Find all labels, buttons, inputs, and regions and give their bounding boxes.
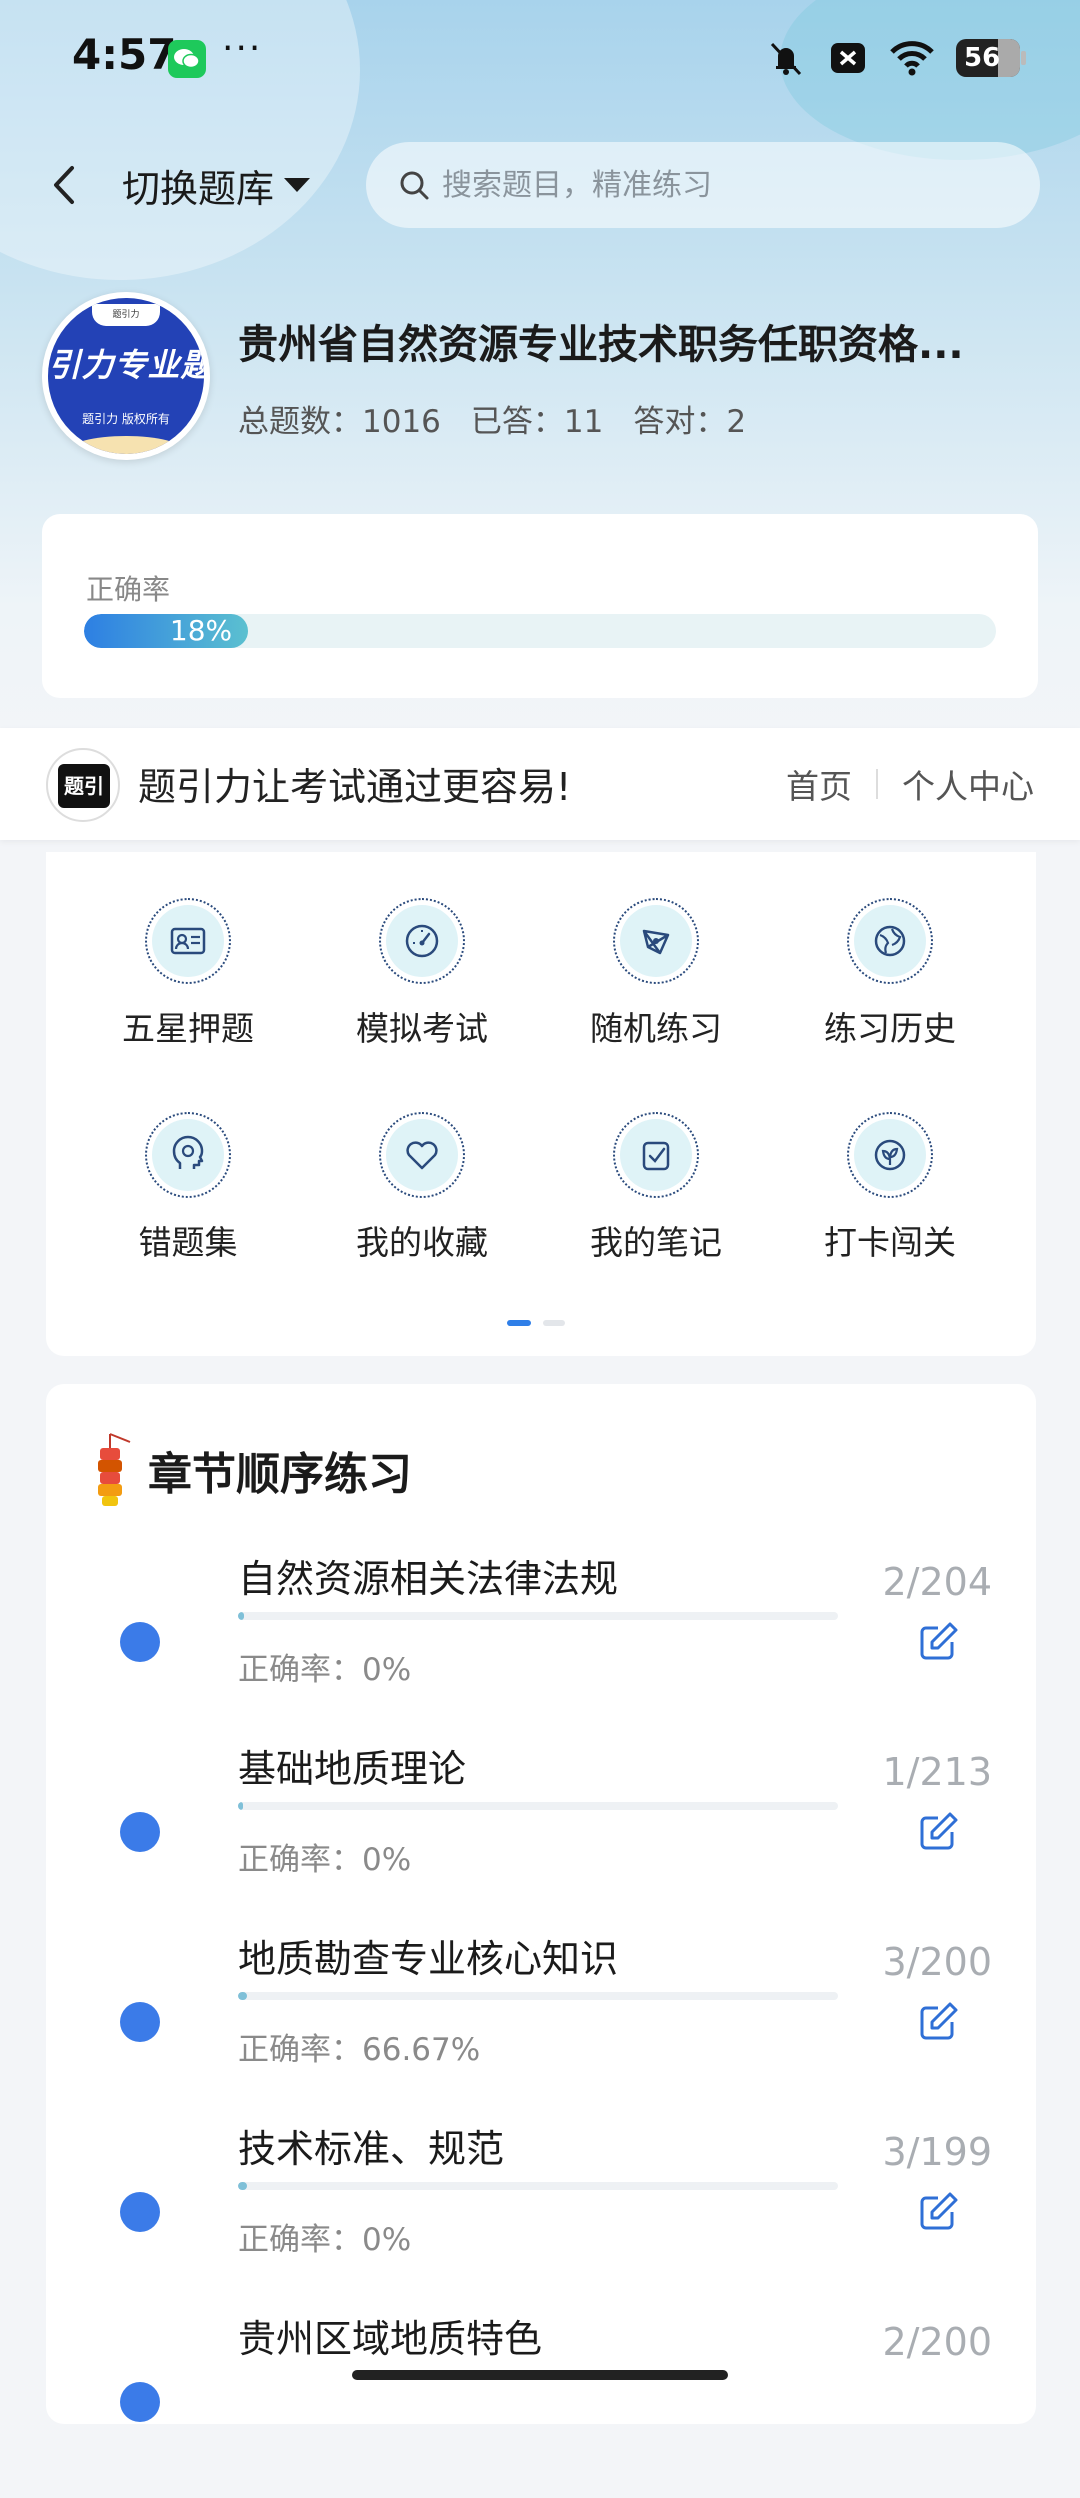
func-mock-exam[interactable]: 模拟考试 xyxy=(322,898,522,1050)
func-history[interactable]: 练习历史 xyxy=(790,898,990,1050)
wifi-icon xyxy=(890,41,934,76)
brand-logo: 题引力 xyxy=(46,748,120,822)
status-bar: 4:57 ··· 56 xyxy=(0,0,1080,118)
accuracy-card: 正确率 18% xyxy=(42,514,1038,698)
chapter-accuracy: 正确率：66.67% xyxy=(238,2032,481,2068)
stat-total: 总题数：1016 xyxy=(238,404,441,440)
func-random-practice[interactable]: 随机练习 xyxy=(556,898,756,1050)
stat-correct: 答对：2 xyxy=(633,404,747,440)
network-icon xyxy=(620,905,692,977)
chapter-bullet xyxy=(120,2192,160,2232)
chapter-name: 贵州区域地质特色 xyxy=(238,2317,543,2361)
chapter-row[interactable]: 基础地质理论 正确率：0% 1/213 xyxy=(46,1738,1036,1928)
chapter-bullet xyxy=(120,2382,160,2422)
globe-icon xyxy=(854,905,926,977)
chapter-name: 地质勘查专业核心知识 xyxy=(238,1937,619,1981)
page-indicator xyxy=(507,1320,565,1326)
firecracker-icon xyxy=(98,1433,131,1506)
more-notifications-icon: ··· xyxy=(222,28,263,69)
chapter-row[interactable]: 贵州区域地质特色 2/200 xyxy=(46,2308,1036,2498)
chapter-accuracy: 正确率：0% xyxy=(238,1842,412,1878)
chapter-section-title: 章节顺序练习 xyxy=(148,1449,412,1500)
chapter-progress-bar xyxy=(238,1802,838,1810)
search-input[interactable] xyxy=(440,166,1004,204)
home-indicator[interactable] xyxy=(352,2370,728,2380)
caret-down-icon xyxy=(284,178,311,192)
switch-bank-label: 切换题库 xyxy=(122,166,275,211)
chapter-progress-fill xyxy=(238,1612,244,1620)
nav-divider xyxy=(876,769,878,799)
search-icon xyxy=(400,171,429,200)
note-check-icon xyxy=(620,1119,692,1191)
bank-title: 贵州省自然资源专业技术职务任职资格... xyxy=(238,322,964,368)
chapter-accuracy: 正确率：0% xyxy=(238,1652,412,1688)
accuracy-progress-fill: 18% xyxy=(84,614,249,648)
nav-profile-link[interactable]: 个人中心 xyxy=(902,760,1034,808)
page-dot xyxy=(543,1320,565,1326)
edit-icon[interactable] xyxy=(916,1620,960,1664)
brand-bar: 题引力 题引力让考试通过更容易! 首页 个人中心 xyxy=(0,728,1080,840)
back-button[interactable] xyxy=(44,160,84,210)
chapter-row[interactable]: 自然资源相关法律法规 正确率：0% 2/204 xyxy=(46,1548,1036,1738)
chapter-practice-card: 章节顺序练习 自然资源相关法律法规 正确率：0% 2/204 基础地质理论 正确… xyxy=(46,1384,1036,2424)
stat-answered: 已答：11 xyxy=(470,404,604,440)
chapter-progress-fill xyxy=(238,1802,243,1810)
chapter-row[interactable]: 技术标准、规范 正确率：0% 3/199 xyxy=(46,2118,1036,2308)
nav-home-link[interactable]: 首页 xyxy=(786,760,852,808)
chapter-progress-bar xyxy=(238,2182,838,2190)
chapter-count: 3/200 xyxy=(882,1940,992,1984)
accuracy-progress-bar: 18% xyxy=(84,614,996,648)
page-dot-active xyxy=(507,1320,531,1326)
function-grid: 五星押题 模拟考试 随机练习 练习历史 错题集 我的收藏 我的笔记 打卡闯关 xyxy=(46,852,1036,1356)
chapter-progress-bar xyxy=(238,1992,838,2000)
edit-icon[interactable] xyxy=(916,1810,960,1854)
chapter-name: 基础地质理论 xyxy=(238,1747,467,1791)
chapter-progress-fill xyxy=(238,2182,247,2190)
mute-bell-icon xyxy=(770,42,802,76)
func-five-star[interactable]: 五星押题 xyxy=(88,898,288,1050)
chevron-left-icon xyxy=(54,166,74,204)
bank-logo: 题引力 引力专业题 题引力 版权所有 xyxy=(42,292,210,460)
wechat-icon xyxy=(168,40,206,78)
chapter-accuracy: 正确率：0% xyxy=(238,2222,412,2258)
chapter-bullet xyxy=(120,1622,160,1662)
head-icon xyxy=(152,1119,224,1191)
accuracy-label: 正确率 xyxy=(86,573,171,606)
status-time: 4:57 xyxy=(72,30,177,79)
chapter-name: 自然资源相关法律法规 xyxy=(238,1557,619,1601)
gauge-icon xyxy=(386,905,458,977)
heart-icon xyxy=(386,1119,458,1191)
chapter-progress-bar xyxy=(238,1612,838,1620)
edit-icon[interactable] xyxy=(916,2000,960,2044)
close-box-icon xyxy=(831,43,865,73)
battery-icon: 56 xyxy=(956,39,1026,77)
chapter-count: 2/204 xyxy=(882,1560,992,1604)
chapter-progress-fill xyxy=(238,1992,247,2000)
func-wrong-set[interactable]: 错题集 xyxy=(88,1112,288,1264)
chapter-name: 技术标准、规范 xyxy=(238,2127,505,2171)
func-notes[interactable]: 我的笔记 xyxy=(556,1112,756,1264)
edit-icon[interactable] xyxy=(916,2190,960,2234)
leaf-icon xyxy=(854,1119,926,1191)
search-bar[interactable] xyxy=(366,142,1040,228)
bank-stats: 总题数：1016 已答：11 答对：2 xyxy=(238,396,746,441)
chapter-count: 3/199 xyxy=(882,2130,992,2174)
id-card-icon xyxy=(152,905,224,977)
func-favorites[interactable]: 我的收藏 xyxy=(322,1112,522,1264)
func-checkin[interactable]: 打卡闯关 xyxy=(790,1112,990,1264)
chapter-count: 2/200 xyxy=(882,2320,992,2364)
chapter-count: 1/213 xyxy=(882,1750,992,1794)
chapter-bullet xyxy=(120,1812,160,1852)
brand-slogan: 题引力让考试通过更容易! xyxy=(138,765,572,809)
switch-bank-dropdown[interactable]: 切换题库 xyxy=(122,160,311,211)
chapter-row[interactable]: 地质勘查专业核心知识 正确率：66.67% 3/200 xyxy=(46,1928,1036,2118)
chapter-bullet xyxy=(120,2002,160,2042)
